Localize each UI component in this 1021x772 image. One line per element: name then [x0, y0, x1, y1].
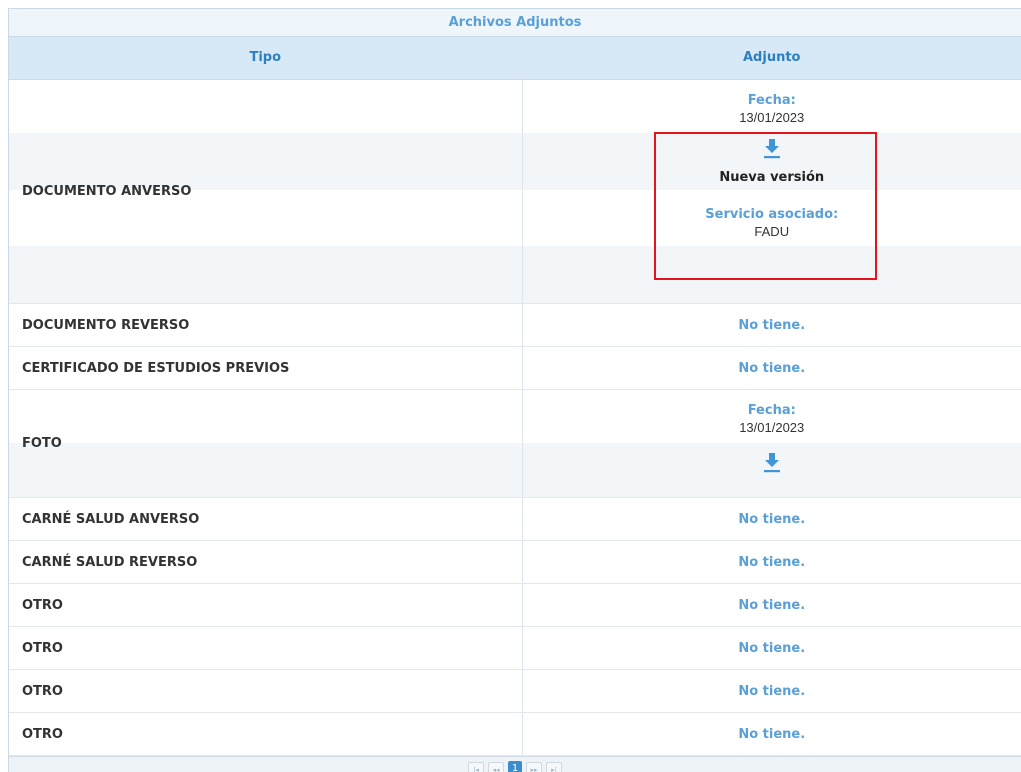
row-tipo: CERTIFICADO DE ESTUDIOS PREVIOS [9, 347, 523, 389]
row-adjunto: No tiene. [523, 498, 1021, 540]
row-tipo: OTRO [9, 670, 523, 712]
row-adjunto: No tiene. [523, 713, 1021, 755]
table-row: CARNÉ SALUD ANVERSO No tiene. [9, 498, 1021, 541]
fecha-value: 13/01/2023 [739, 420, 805, 435]
nueva-version-link[interactable]: Nueva versión [719, 170, 824, 185]
row-adjunto: Fecha: 13/01/2023 Nueva versión Servicio… [522, 80, 1021, 303]
prev-page-button[interactable]: ◂◂ [488, 762, 504, 772]
table-row: DOCUMENTO ANVERSO Fecha: 13/01/2023 Nuev… [9, 80, 1021, 304]
row-tipo: FOTO [9, 390, 523, 497]
row-adjunto: No tiene. [523, 347, 1021, 389]
no-attachment-text: No tiene. [738, 360, 806, 376]
attachments-panel: Archivos Adjuntos Tipo Adjunto DOCUMENTO… [8, 8, 1021, 772]
table-row: CERTIFICADO DE ESTUDIOS PREVIOS No tiene… [9, 347, 1021, 390]
row-adjunto: No tiene. [523, 670, 1021, 712]
row-adjunto: No tiene. [523, 304, 1021, 346]
row-adjunto: No tiene. [523, 627, 1021, 669]
no-attachment-text: No tiene. [738, 554, 806, 570]
servicio-asociado-label: Servicio asociado: [705, 207, 839, 222]
fecha-label: Fecha: [747, 403, 796, 418]
fecha-label: Fecha: [747, 93, 796, 108]
row-adjunto: No tiene. [523, 584, 1021, 626]
no-attachment-text: No tiene. [738, 726, 806, 742]
row-tipo: DOCUMENTO REVERSO [9, 304, 523, 346]
fecha-value: 13/01/2023 [739, 110, 805, 125]
row-adjunto: No tiene. [523, 541, 1021, 583]
download-arrow-icon[interactable] [761, 450, 783, 474]
column-header-adjunto[interactable]: Adjunto [523, 37, 1021, 79]
panel-caption: Archivos Adjuntos [9, 9, 1021, 37]
row-tipo: OTRO [9, 584, 523, 626]
row-tipo: CARNÉ SALUD REVERSO [9, 541, 523, 583]
no-attachment-text: No tiene. [738, 511, 806, 527]
table-row: DOCUMENTO REVERSO No tiene. [9, 304, 1021, 347]
no-attachment-text: No tiene. [738, 317, 806, 333]
table-row: OTRO No tiene. [9, 713, 1021, 756]
table-row: CARNÉ SALUD REVERSO No tiene. [9, 541, 1021, 584]
download-arrow-icon[interactable] [761, 136, 783, 160]
table-row: OTRO No tiene. [9, 584, 1021, 627]
row-tipo: OTRO [9, 627, 523, 669]
table-row: OTRO No tiene. [9, 627, 1021, 670]
no-attachment-text: No tiene. [738, 683, 806, 699]
table-header: Tipo Adjunto [9, 37, 1021, 80]
current-page-indicator[interactable]: 1 [508, 761, 522, 772]
row-tipo: OTRO [9, 713, 523, 755]
column-header-tipo[interactable]: Tipo [9, 37, 523, 79]
no-attachment-text: No tiene. [738, 640, 806, 656]
last-page-button[interactable]: ▸| [546, 762, 562, 772]
row-tipo: DOCUMENTO ANVERSO [9, 80, 523, 303]
servicio-asociado-value: FADU [754, 224, 790, 239]
no-attachment-text: No tiene. [738, 597, 806, 613]
row-tipo: CARNÉ SALUD ANVERSO [9, 498, 523, 540]
table-row: OTRO No tiene. [9, 670, 1021, 713]
table-row: FOTO Fecha: 13/01/2023 [9, 390, 1021, 498]
pagination-bar: |◂ ◂◂ 1 ▸▸ ▸| [9, 756, 1021, 772]
next-page-button[interactable]: ▸▸ [526, 762, 542, 772]
first-page-button[interactable]: |◂ [468, 762, 484, 772]
row-adjunto: Fecha: 13/01/2023 [522, 390, 1021, 497]
